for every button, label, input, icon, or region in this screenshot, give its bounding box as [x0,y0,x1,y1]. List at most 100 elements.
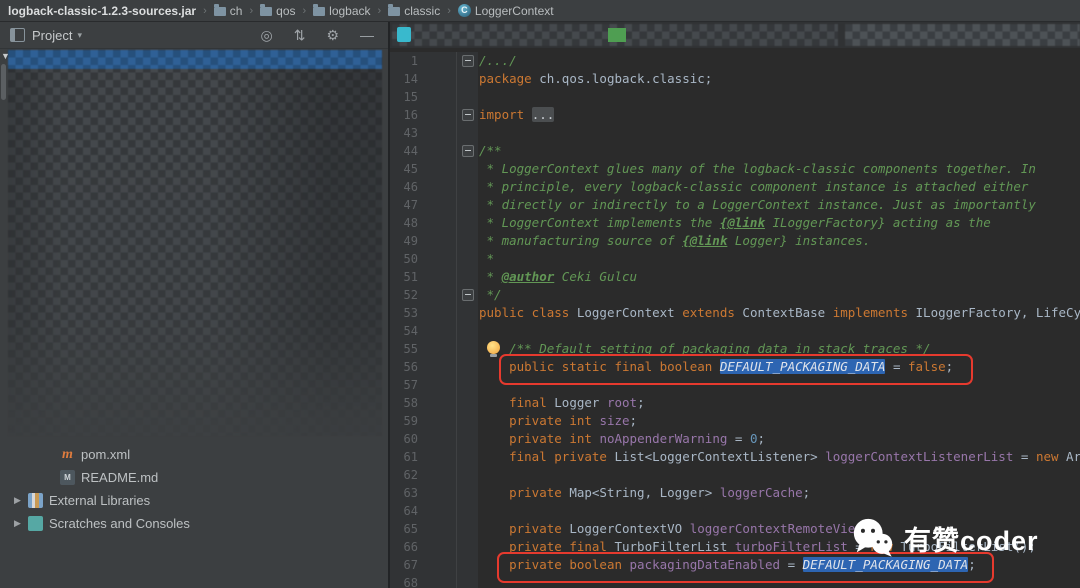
intention-bulb-icon[interactable] [487,341,500,357]
folded-region[interactable]: ... [532,107,555,122]
code-line-60[interactable]: 60 private int noAppenderWarning = 0; [390,430,1080,448]
code-line-49[interactable]: 49 * manufacturing source of {@link Logg… [390,232,1080,250]
project-toolbar: Project ▾ ◎ ⇅ ⚙ — [0,22,388,49]
line-number[interactable]: 47 [390,196,457,214]
code-line-44[interactable]: 44/** [390,142,1080,160]
line-number[interactable]: 45 [390,160,457,178]
code-line-57[interactable]: 57 [390,376,1080,394]
line-number[interactable]: 14 [390,70,457,88]
line-number[interactable]: 59 [390,412,457,430]
code-line-47[interactable]: 47 * directly or indirectly to a LoggerC… [390,196,1080,214]
line-number[interactable]: 46 [390,178,457,196]
code-text: * @author Ceki Gulcu [478,268,1080,286]
line-number[interactable]: 67 [390,556,457,574]
line-number[interactable]: 51 [390,268,457,286]
line-number[interactable]: 64 [390,502,457,520]
project-panel-title-label: Project [32,28,72,43]
code-text: private Map<String, Logger> loggerCache; [478,484,1080,502]
line-number[interactable]: 60 [390,430,457,448]
code-line-58[interactable]: 58 final Logger root; [390,394,1080,412]
code-line-63[interactable]: 63 private Map<String, Logger> loggerCac… [390,484,1080,502]
breadcrumb-separator: › [249,5,253,17]
code-line-46[interactable]: 46 * principle, every logback-classic co… [390,178,1080,196]
code-token: private [509,521,562,536]
code-line-62[interactable]: 62 [390,466,1080,484]
line-number[interactable]: 62 [390,466,457,484]
breadcrumb-item-qos[interactable]: qos [260,4,295,18]
line-number[interactable]: 49 [390,232,457,250]
line-number[interactable]: 55 [390,340,457,358]
line-number[interactable]: 44 [390,142,457,160]
tree-item-readme-md[interactable]: MREADME.md [0,466,388,489]
code-text: final private List<LoggerContextListener… [478,448,1080,466]
expand-chevron-icon[interactable]: ▶ [14,518,28,529]
code-text [478,466,1080,484]
line-number[interactable]: 1 [390,52,457,70]
line-number[interactable]: 58 [390,394,457,412]
fold-toggle-icon[interactable] [462,109,474,121]
tree-scrollbar-thumb[interactable] [1,64,6,100]
fold-toggle-icon[interactable] [462,145,474,157]
line-number[interactable]: 56 [390,358,457,376]
code-line-43[interactable]: 43 [390,124,1080,142]
line-number[interactable]: 68 [390,574,457,588]
code-token: ch.qos.logback.classic; [532,71,713,86]
settings-gear-icon[interactable]: ⚙ [326,28,339,42]
fold-toggle-icon[interactable] [462,55,474,67]
breadcrumb-label: logback [329,4,370,18]
tree-item-scratches-and-consoles[interactable]: ▶Scratches and Consoles [0,512,388,535]
line-number[interactable]: 61 [390,448,457,466]
expand-chevron-icon[interactable]: ▶ [14,495,28,506]
breadcrumb-item-ch[interactable]: ch [214,4,243,18]
hide-panel-icon[interactable]: — [360,28,374,42]
code-line-52[interactable]: 52 */ [390,286,1080,304]
expand-collapse-icon[interactable]: ⇅ [294,28,306,42]
code-line-59[interactable]: 59 private int size; [390,412,1080,430]
code-line-61[interactable]: 61 final private List<LoggerContextListe… [390,448,1080,466]
code-line-16[interactable]: 16import ... [390,106,1080,124]
locate-file-icon[interactable]: ◎ [260,28,272,42]
code-line-50[interactable]: 50 * [390,250,1080,268]
wechat-logo-icon [850,515,896,561]
code-token: turboFilterList [735,539,848,554]
line-number[interactable]: 43 [390,124,457,142]
line-number[interactable]: 52 [390,286,457,304]
tree-item-label: External Libraries [49,493,150,508]
breadcrumb-item-logback-classic-1-2-3-sources-jar[interactable]: logback-classic-1.2.3-sources.jar [8,4,196,18]
code-line-48[interactable]: 48 * LoggerContext implements the {@link… [390,214,1080,232]
line-number[interactable]: 50 [390,250,457,268]
code-line-68[interactable]: 68 [390,574,1080,588]
code-line-51[interactable]: 51 * @author Ceki Gulcu [390,268,1080,286]
line-number[interactable]: 65 [390,520,457,538]
line-number[interactable]: 57 [390,376,457,394]
tree-root-expander-icon[interactable]: ▼ [1,51,10,61]
fold-toggle-icon[interactable] [462,289,474,301]
code-token: root [607,395,637,410]
code-line-56[interactable]: 56 public static final boolean DEFAULT_P… [390,358,1080,376]
folder-icon [313,7,325,16]
line-number[interactable]: 54 [390,322,457,340]
code-line-15[interactable]: 15 [390,88,1080,106]
code-line-1[interactable]: 1/.../ [390,52,1080,70]
line-number[interactable]: 53 [390,304,457,322]
code-line-14[interactable]: 14package ch.qos.logback.classic; [390,70,1080,88]
code-token: * LoggerContext glues many of the logbac… [479,161,1036,176]
tree-item-pom-xml[interactable]: mpom.xml [0,443,388,466]
code-text: * [478,250,1080,268]
breadcrumb-item-loggercontext[interactable]: CLoggerContext [458,4,554,18]
code-line-45[interactable]: 45 * LoggerContext glues many of the log… [390,160,1080,178]
project-panel-title[interactable]: Project ▾ [32,28,82,43]
line-number[interactable]: 66 [390,538,457,556]
code-text [478,376,1080,394]
code-token [479,539,509,554]
breadcrumb-item-classic[interactable]: classic [388,4,440,18]
breadcrumb-item-logback[interactable]: logback [313,4,370,18]
tree-item-external-libraries[interactable]: ▶ External Libraries [0,489,388,512]
line-number[interactable]: 15 [390,88,457,106]
code-token: ; [757,431,765,446]
line-number[interactable]: 48 [390,214,457,232]
code-line-54[interactable]: 54 [390,322,1080,340]
line-number[interactable]: 63 [390,484,457,502]
line-number[interactable]: 16 [390,106,457,124]
code-line-53[interactable]: 53public class LoggerContext extends Con… [390,304,1080,322]
